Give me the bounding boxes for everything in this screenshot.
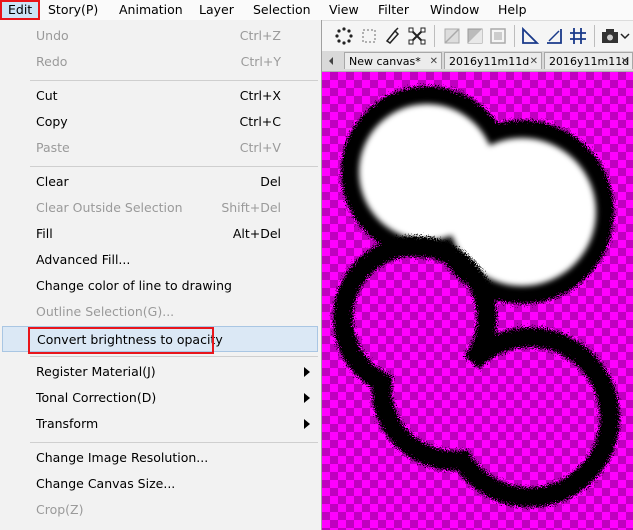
menu-help[interactable]: Help <box>492 0 533 20</box>
menu-edit[interactable]: Edit <box>0 0 41 20</box>
menu-separator <box>30 442 318 443</box>
canvas-tabs: New canvas* ✕ 2016y11m11d ✕ 2016y11m11d ✕ <box>322 51 633 72</box>
submenu-arrow-icon <box>304 393 310 403</box>
camera-icon[interactable] <box>600 26 620 46</box>
menu-item-register-material[interactable]: Register Material(J) <box>0 359 318 385</box>
clear-selection-icon[interactable] <box>442 26 462 46</box>
menu-item-clear[interactable]: Clear Del <box>0 169 318 195</box>
tab-2016y11m11d-2[interactable]: 2016y11m11d ✕ <box>544 52 633 69</box>
menu-item-copy[interactable]: Copy Ctrl+C <box>0 109 318 135</box>
grid-ruler-icon[interactable] <box>568 26 588 46</box>
selection-brush-icon[interactable] <box>383 26 403 46</box>
menu-separator <box>30 166 318 167</box>
menu-item-cut[interactable]: Cut Ctrl+X <box>0 83 318 109</box>
menu-item-undo[interactable]: Undo Ctrl+Z <box>0 23 318 49</box>
ruler-icon[interactable] <box>520 26 540 46</box>
invert-selection-icon[interactable] <box>465 26 485 46</box>
selection-points-icon[interactable] <box>334 26 354 46</box>
menu-story[interactable]: Story(P) <box>42 0 104 20</box>
close-icon[interactable]: ✕ <box>621 53 629 69</box>
menu-item-transform[interactable]: Transform <box>0 411 318 437</box>
menu-item-fill[interactable]: Fill Alt+Del <box>0 221 318 247</box>
menu-bar: Edit Story(P) Animation Layer Selection … <box>0 0 633 21</box>
menu-window[interactable]: Window <box>424 0 485 20</box>
tab-new-canvas[interactable]: New canvas* ✕ <box>344 52 442 69</box>
menu-filter[interactable]: Filter <box>372 0 415 20</box>
tab-scroll-left-icon[interactable] <box>326 55 336 67</box>
canvas-area[interactable] <box>322 72 633 530</box>
menu-animation[interactable]: Animation <box>113 0 189 20</box>
perspective-ruler-icon[interactable] <box>544 26 564 46</box>
close-icon[interactable]: ✕ <box>430 53 438 69</box>
select-layer-icon[interactable] <box>488 26 508 46</box>
menu-item-clear-outside-selection[interactable]: Clear Outside Selection Shift+Del <box>0 195 318 221</box>
canvas-artwork <box>333 86 620 508</box>
tab-2016y11m11d-1[interactable]: 2016y11m11d ✕ <box>444 52 542 69</box>
menu-item-change-line-color[interactable]: Change color of line to drawing <box>0 273 318 299</box>
menu-item-redo[interactable]: Redo Ctrl+Y <box>0 49 318 75</box>
menu-item-tonal-correction[interactable]: Tonal Correction(D) <box>0 385 318 411</box>
menu-item-convert-brightness-to-opacity[interactable]: Convert brightness to opacity <box>2 326 318 352</box>
menu-item-advanced-fill[interactable]: Advanced Fill... <box>0 247 318 273</box>
submenu-arrow-icon <box>304 419 310 429</box>
menu-selection[interactable]: Selection <box>247 0 317 20</box>
menu-layer[interactable]: Layer <box>193 0 240 20</box>
menu-item-paste[interactable]: Paste Ctrl+V <box>0 135 318 161</box>
toolbar <box>322 21 633 52</box>
menu-item-crop[interactable]: Crop(Z) <box>0 497 318 523</box>
menu-item-outline-selection[interactable]: Outline Selection(G)... <box>0 299 318 325</box>
transform-icon[interactable] <box>407 26 427 46</box>
menu-separator <box>30 80 318 81</box>
menu-view[interactable]: View <box>323 0 365 20</box>
menu-item-change-image-resolution[interactable]: Change Image Resolution... <box>0 445 318 471</box>
submenu-arrow-icon <box>304 367 310 377</box>
edit-menu: Undo Ctrl+Z Redo Ctrl+Y Cut Ctrl+X Copy … <box>0 20 322 530</box>
close-icon[interactable]: ✕ <box>530 53 538 69</box>
marquee-icon[interactable] <box>359 26 379 46</box>
chevron-down-icon[interactable] <box>619 26 631 46</box>
menu-separator <box>30 356 318 357</box>
menu-item-change-canvas-size[interactable]: Change Canvas Size... <box>0 471 318 497</box>
